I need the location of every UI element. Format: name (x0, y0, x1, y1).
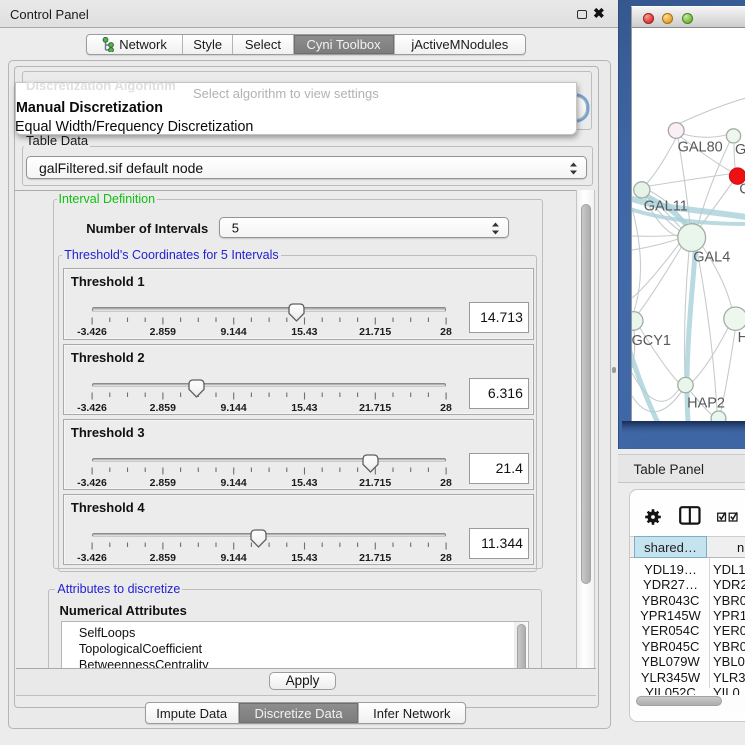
svg-text:GAL11: GAL11 (644, 198, 688, 214)
svg-text:GAL4: GAL4 (693, 250, 730, 266)
svg-text:GA: GA (735, 142, 745, 158)
svg-text:H: H (738, 330, 745, 346)
svg-text:HAP2: HAP2 (687, 395, 725, 411)
svg-text:C: C (739, 181, 745, 197)
svg-text:GCY1: GCY1 (632, 333, 671, 349)
svg-text:GAL80: GAL80 (678, 139, 723, 155)
